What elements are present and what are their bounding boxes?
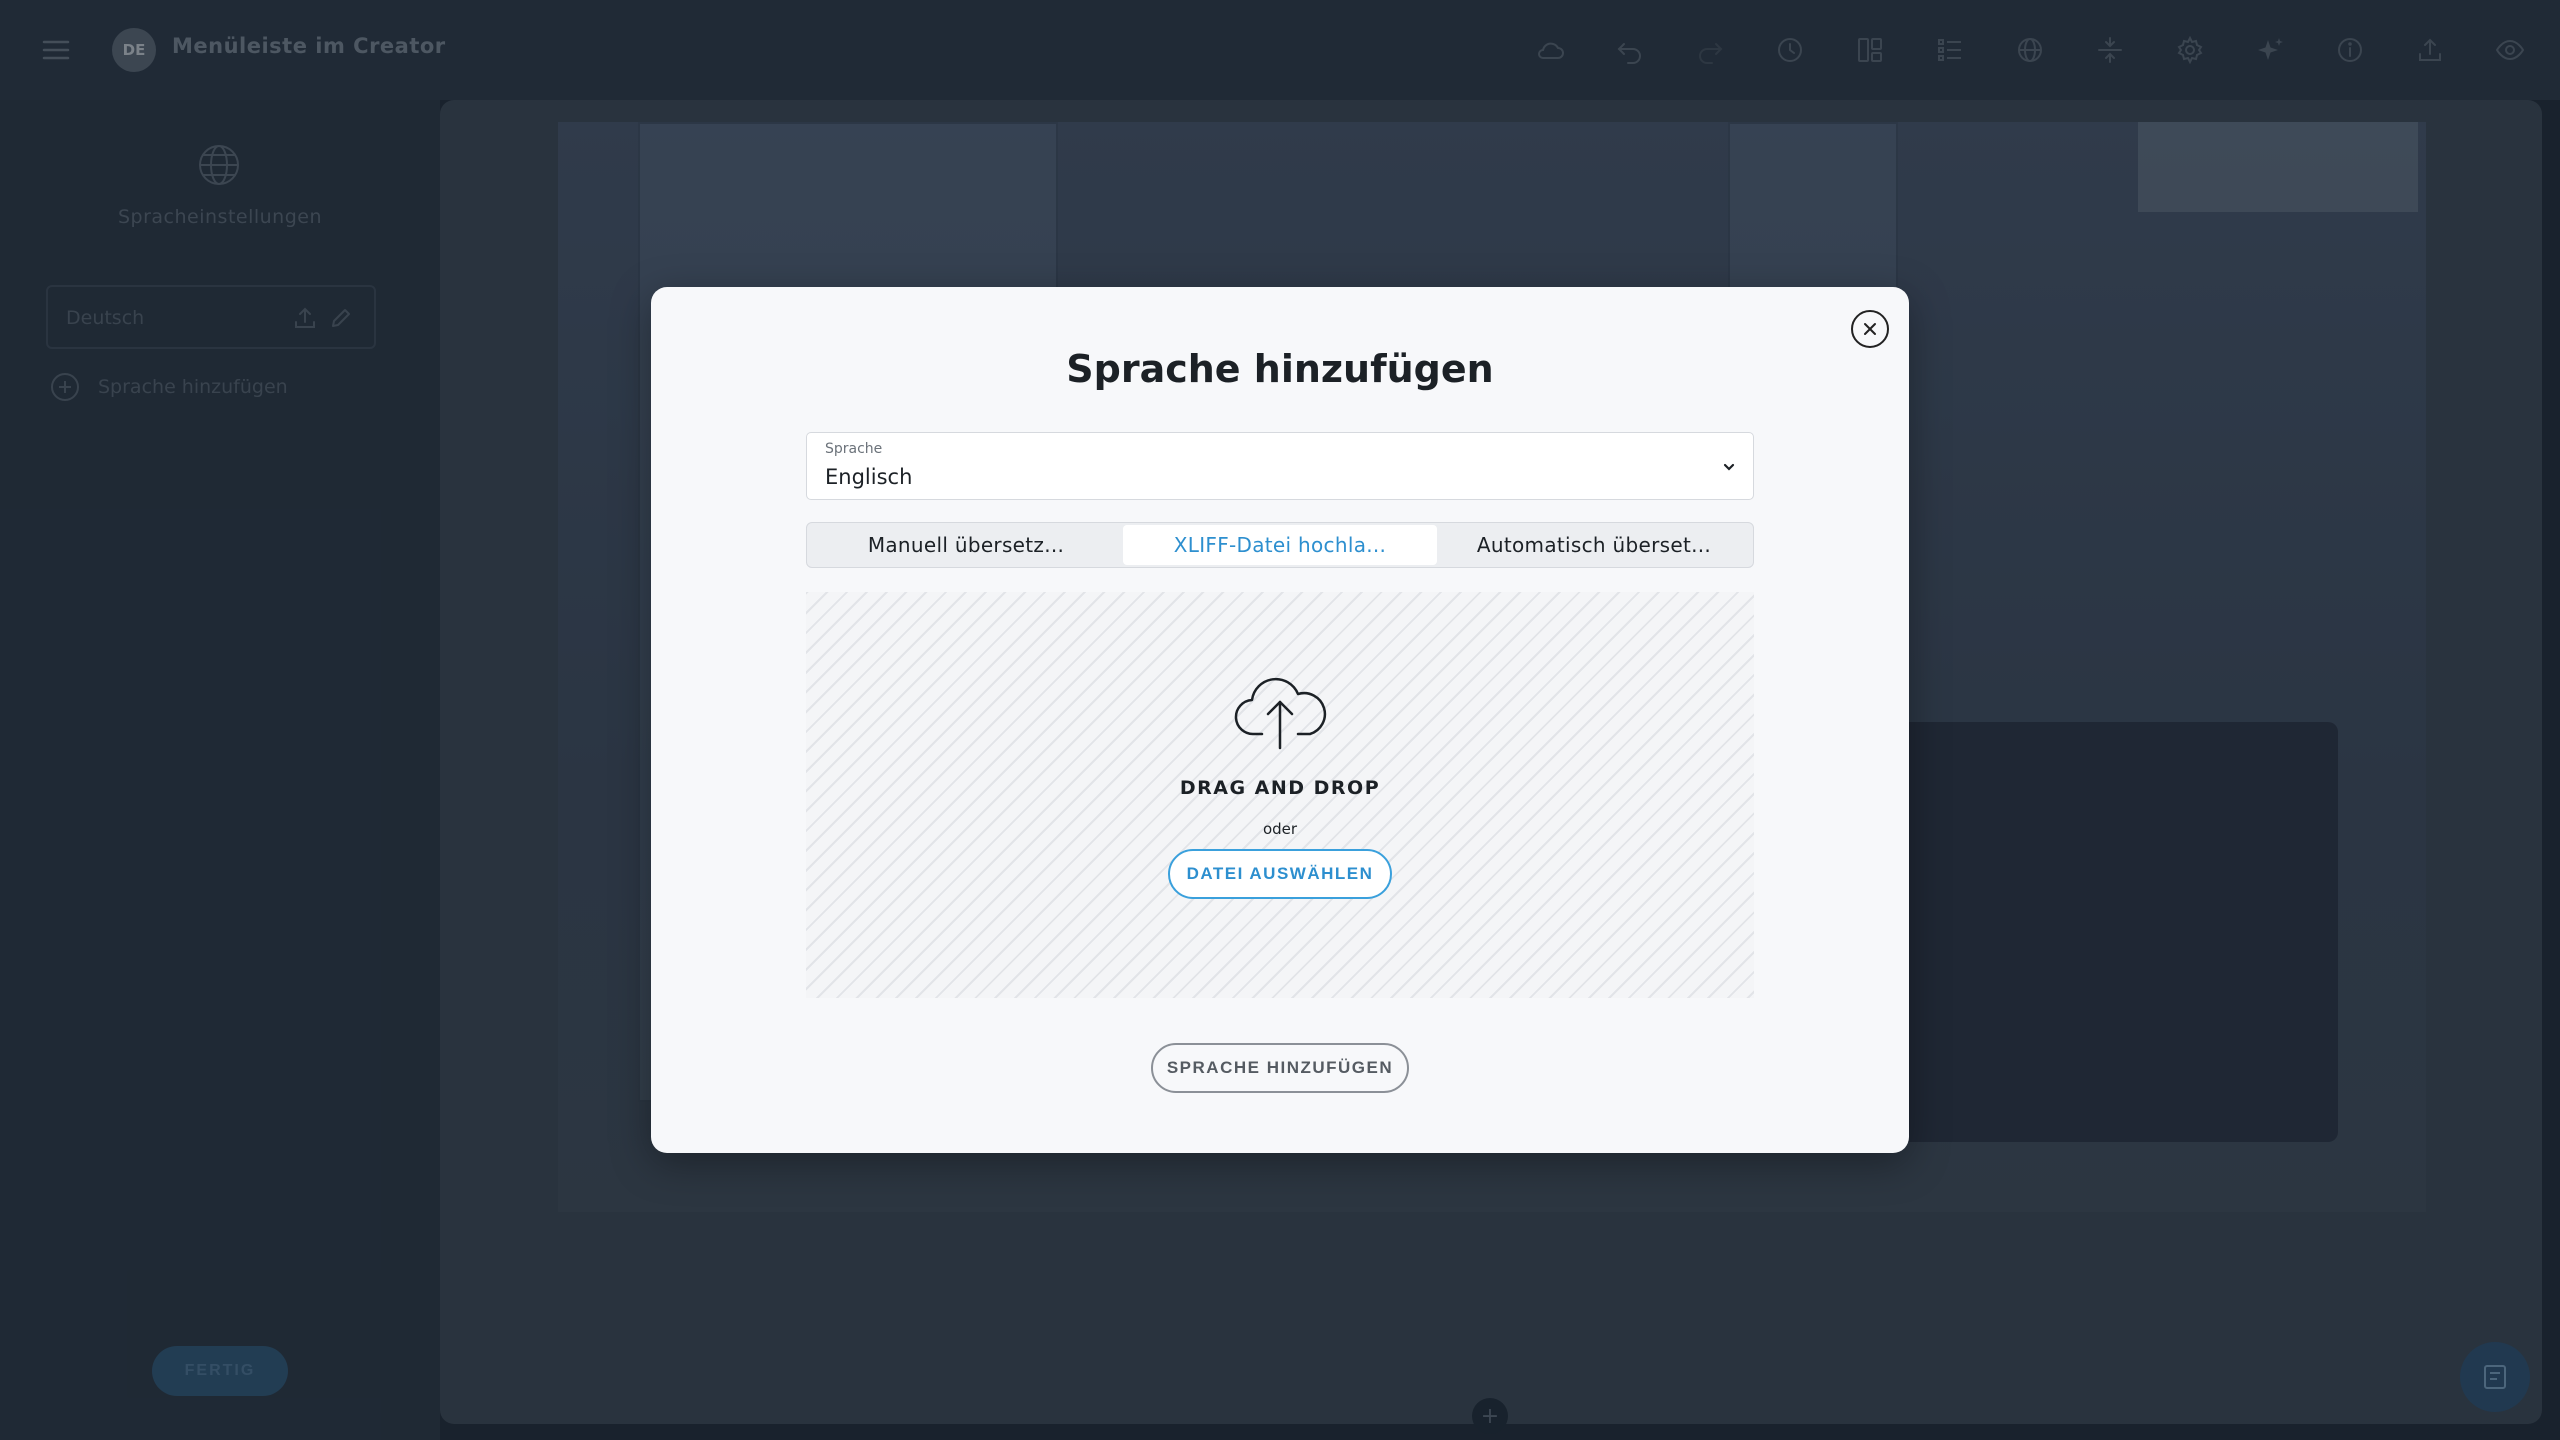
dialog-title: Sprache hinzufügen [1066, 347, 1494, 391]
done-button[interactable]: FERTIG [152, 1346, 288, 1396]
upload-icon[interactable] [292, 305, 318, 331]
add-language-link[interactable]: Sprache hinzufügen [50, 370, 288, 404]
add-section-plus-icon[interactable]: + [1472, 1398, 1508, 1434]
add-language-label: Sprache hinzufügen [98, 376, 288, 398]
select-value: Englisch [825, 465, 913, 489]
plus-circle-icon [50, 372, 80, 402]
sparkle-icon[interactable] [2250, 30, 2290, 70]
sidebar: Spracheinstellungen Deutsch Sprache hinz… [0, 100, 440, 1440]
language-settings-label: Spracheinstellungen [117, 206, 323, 228]
close-button[interactable] [1851, 310, 1889, 348]
tab-manual-translate[interactable]: Manuell übersetz... [809, 525, 1123, 565]
close-icon [1863, 322, 1877, 336]
photo-laptop [1898, 722, 2338, 1142]
help-chat-button[interactable] [2460, 1342, 2530, 1412]
add-language-submit-button[interactable]: SPRACHE HINZUFÜGEN [1151, 1043, 1409, 1093]
or-label: oder [1262, 820, 1298, 838]
file-dropzone[interactable]: DRAG AND DROP oder DATEI AUSWÄHLEN [806, 592, 1754, 998]
edit-icon[interactable] [328, 305, 354, 331]
avatar[interactable]: DE [112, 28, 156, 72]
photo-lamp [2138, 122, 2418, 212]
hamburger-menu-icon[interactable] [40, 34, 72, 66]
cloud-icon[interactable] [1530, 30, 1570, 70]
globe-icon[interactable] [2010, 30, 2050, 70]
spacing-icon[interactable] [2090, 30, 2130, 70]
drag-and-drop-label: DRAG AND DROP [1179, 777, 1381, 799]
tab-auto-translate[interactable]: Automatisch überset... [1437, 525, 1751, 565]
language-row-deutsch[interactable]: Deutsch [46, 285, 376, 349]
settings-icon[interactable] [2170, 30, 2210, 70]
undo-icon[interactable] [1610, 30, 1650, 70]
cloud-upload-icon [1230, 672, 1330, 752]
top-bar: DE Menüleiste im Creator [0, 0, 2560, 100]
toolbar [1530, 30, 2530, 70]
translation-method-tabs: Manuell übersetz... XLIFF-Datei hochla..… [806, 522, 1754, 568]
globe-icon [196, 142, 242, 188]
history-icon[interactable] [1770, 30, 1810, 70]
choose-file-button[interactable]: DATEI AUSWÄHLEN [1168, 849, 1392, 899]
chevron-down-icon [1721, 459, 1737, 475]
add-language-dialog: Sprache hinzufügen Sprache Englisch Manu… [651, 287, 1909, 1153]
list-icon[interactable] [1930, 30, 1970, 70]
info-icon[interactable] [2330, 30, 2370, 70]
layout-icon[interactable] [1850, 30, 1890, 70]
redo-icon[interactable] [1690, 30, 1730, 70]
language-select[interactable]: Sprache Englisch [806, 432, 1754, 500]
select-label: Sprache [825, 441, 883, 457]
upload-icon[interactable] [2410, 30, 2450, 70]
project-title[interactable]: Menüleiste im Creator [172, 34, 446, 58]
preview-icon[interactable] [2490, 30, 2530, 70]
language-name: Deutsch [66, 307, 145, 329]
tab-xliff-upload[interactable]: XLIFF-Datei hochla... [1123, 525, 1437, 565]
